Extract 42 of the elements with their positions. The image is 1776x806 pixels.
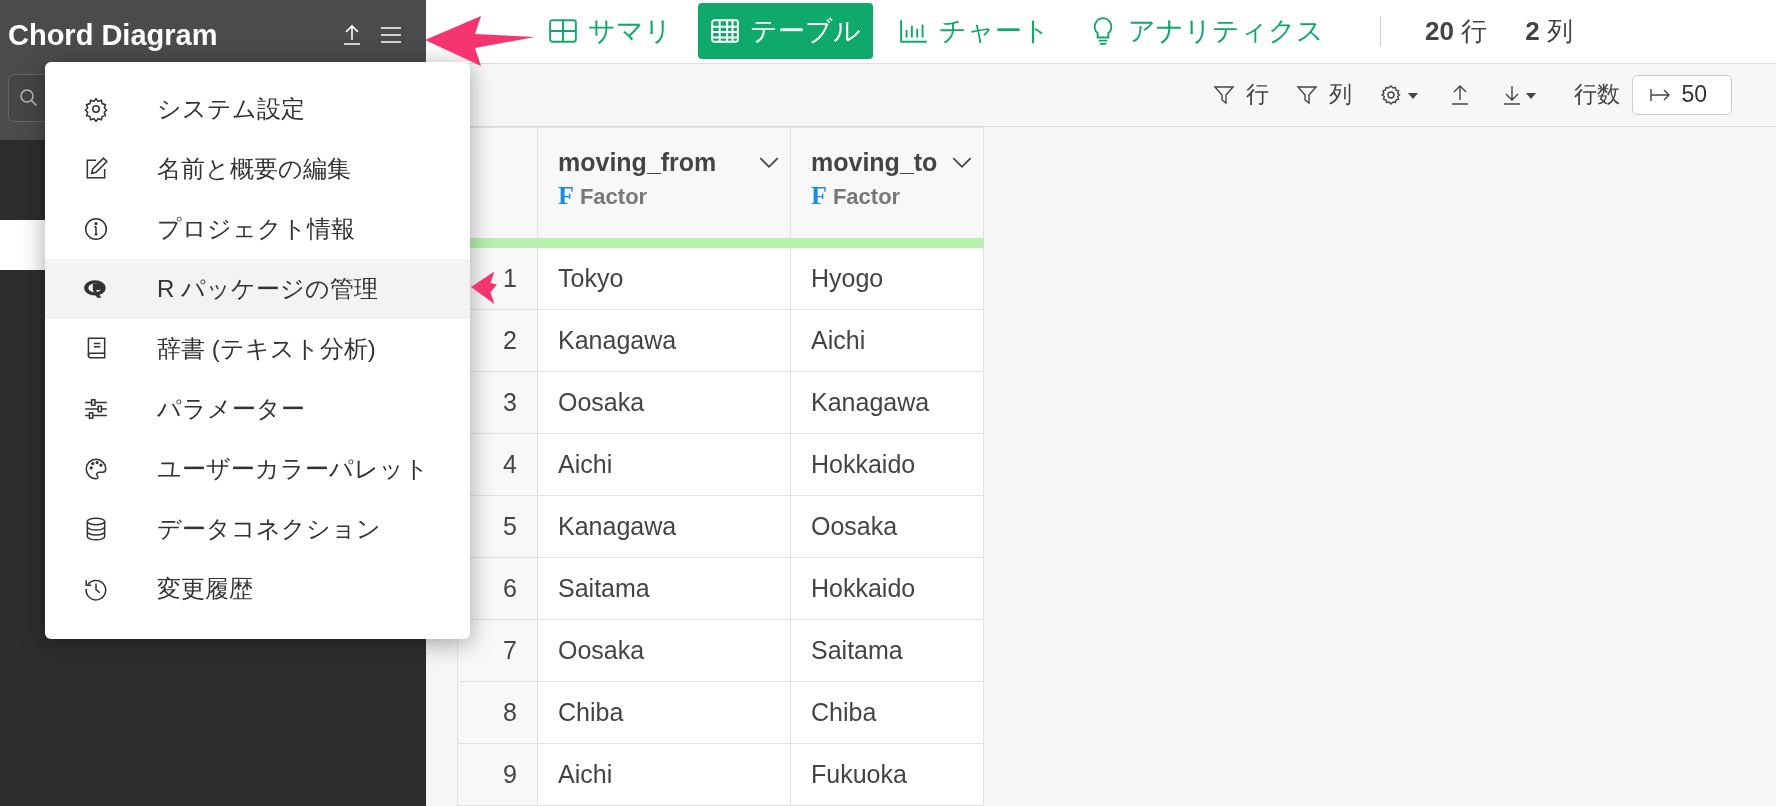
gear-icon [83, 96, 109, 122]
column-name: moving_from [558, 148, 717, 177]
table-cell: Oosaka [537, 371, 791, 434]
table-cell: Aichi [790, 309, 984, 372]
column-type: Factor [832, 184, 901, 210]
table-cell: Oosaka [537, 619, 791, 682]
table-cell: Chiba [790, 681, 984, 744]
rows-label: 行数 [1574, 80, 1621, 110]
table-cell: Saitama [537, 557, 791, 620]
table-cell: Kanagawa [790, 371, 984, 434]
table-cell: Saitama [790, 619, 984, 682]
chevron-down-icon[interactable] [758, 156, 780, 169]
info-icon [83, 216, 109, 242]
count-label: 20 行 [1425, 14, 1488, 48]
column-filter-button[interactable]: 列 [1295, 79, 1353, 111]
factor-type-mark: F [558, 181, 574, 211]
search-icon [19, 88, 39, 108]
table-cell: Chiba [537, 681, 791, 744]
table-cell: Hokkaido [790, 433, 984, 496]
menu-item[interactable]: システム設定 [45, 79, 470, 139]
table-cell: Kanagawa [537, 309, 791, 372]
row-filter-button[interactable]: 行 [1212, 79, 1270, 111]
row-number: 8 [457, 681, 538, 744]
palette-icon [83, 456, 109, 482]
rows-field[interactable]: 50 [1632, 74, 1732, 115]
sliders-icon [83, 396, 109, 422]
column-name: moving_to [811, 148, 938, 177]
column-type: Factor [579, 184, 648, 210]
row-number: 9 [457, 743, 538, 806]
menu-item[interactable]: R パッケージの管理 [45, 259, 470, 319]
project-title: Chord Diagram [8, 18, 219, 52]
table-cell: Fukuoka [790, 743, 984, 806]
table-cell: Kanagawa [537, 495, 791, 558]
table-cell: Aichi [537, 743, 791, 806]
count-label: 2 列 [1525, 14, 1573, 48]
chevron-down-icon[interactable] [951, 156, 974, 169]
table-cell: Hokkaido [790, 557, 984, 620]
factor-type-mark: F [811, 181, 827, 211]
table-cell: Oosaka [790, 495, 984, 558]
row-number: 7 [457, 619, 538, 682]
menu-item[interactable]: 名前と概要の編集 [45, 139, 470, 199]
table-cell: Aichi [537, 433, 791, 496]
